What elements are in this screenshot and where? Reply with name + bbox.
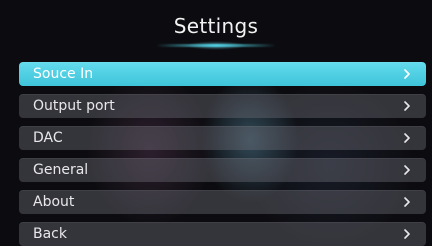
menu-item-label: Souce In — [33, 66, 94, 82]
menu-item-label: About — [33, 194, 75, 210]
chevron-right-icon — [402, 101, 412, 111]
menu-item-output-port[interactable]: Output port — [19, 94, 426, 118]
page-title: Settings — [173, 14, 259, 38]
menu-item-general[interactable]: General — [19, 158, 426, 182]
chevron-right-icon — [402, 133, 412, 143]
title-underline — [156, 44, 276, 47]
settings-screen: Settings Souce In Output port DAC Genera… — [0, 0, 432, 246]
chevron-right-icon — [402, 69, 412, 79]
chevron-right-icon — [402, 165, 412, 175]
menu-item-back[interactable]: Back — [19, 222, 426, 246]
settings-menu: Souce In Output port DAC General About B… — [19, 62, 426, 246]
menu-item-label: Output port — [33, 98, 115, 114]
menu-item-label: Back — [33, 226, 67, 242]
menu-item-source-in[interactable]: Souce In — [19, 62, 426, 86]
menu-item-about[interactable]: About — [19, 190, 426, 214]
chevron-right-icon — [402, 197, 412, 207]
menu-item-dac[interactable]: DAC — [19, 126, 426, 150]
menu-item-label: General — [33, 162, 89, 178]
chevron-right-icon — [402, 229, 412, 239]
menu-item-label: DAC — [33, 130, 63, 146]
